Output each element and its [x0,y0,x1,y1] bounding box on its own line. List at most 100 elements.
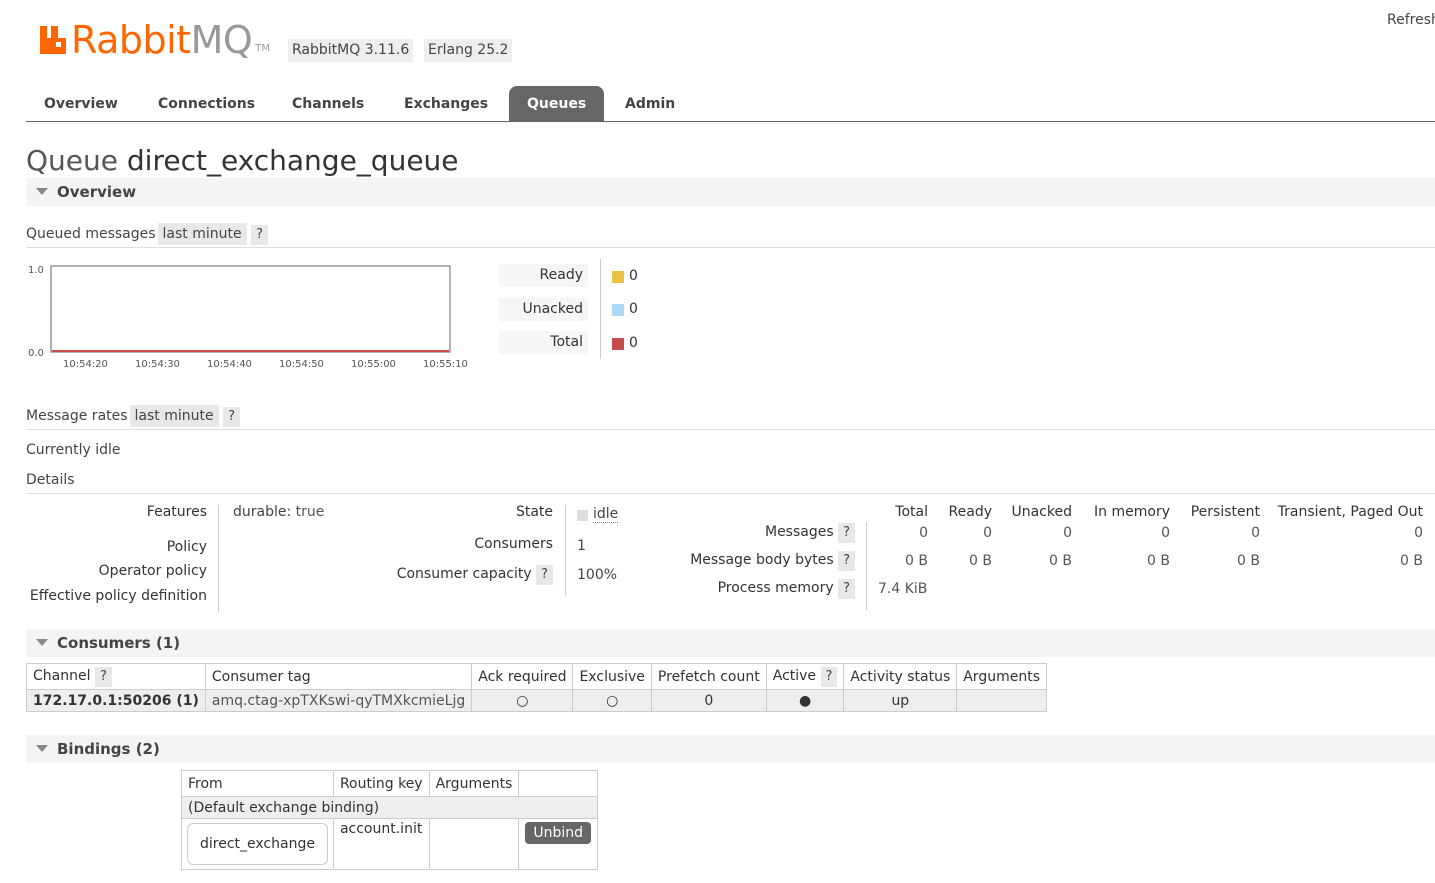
tab-channels[interactable]: Channels [274,86,382,121]
legend-label-ready: Ready [499,264,588,287]
arguments-cell [956,689,1047,712]
body-bytes-help-button[interactable]: ? [838,551,855,571]
col-activity-status: Activity status [843,663,958,690]
consumer-capacity-row: Consumer capacity ? [360,565,553,585]
default-binding-row: (Default exchange binding) [180,796,599,819]
active-cell: ● [765,689,845,712]
logo-suffix-text: MQ [190,18,253,62]
durable-value: true [295,504,325,520]
bindings-table-header: From Routing key Arguments [181,770,599,797]
col-prefetch-count: Prefetch count [650,663,767,690]
exchange-link[interactable]: direct_exchange [187,823,328,865]
stat-col-persistent: Persistent [1190,504,1260,520]
messages-ready: 0 [983,525,992,541]
durable-key: durable: [233,504,292,520]
default-binding-text: (Default exchange binding) [180,796,599,819]
message-rates-header: Message rates last minute ? [26,404,1435,430]
rabbitmq-version-badge: RabbitMQ 3.11.6 [288,39,414,62]
stat-col-unacked: Unacked [1011,504,1072,520]
exclusive-cell: ○ [572,689,652,712]
consumers-value: 1 [577,538,586,554]
logo-brand-text: Rabbit [71,18,191,62]
tab-queues[interactable]: Queues [509,86,605,121]
messages-help-button[interactable]: ? [838,523,855,543]
chart-range-selector[interactable]: last minute [157,223,247,245]
queued-messages-help-button[interactable]: ? [251,225,268,245]
queued-messages-header: Queued messages last minute ? [26,222,1435,248]
x-tick-label: 10:54:20 [63,359,108,370]
active-help-button[interactable]: ? [820,666,838,687]
bindings-section-toggle[interactable]: Bindings (2) [26,735,1435,763]
process-memory-label: Process memory [717,580,834,596]
stats-divider [866,522,867,610]
body-bytes-in-memory: 0 B [1147,553,1170,569]
erlang-version-badge: Erlang 25.2 [424,39,513,62]
col-from: From [181,770,334,797]
tab-overview[interactable]: Overview [26,86,136,121]
effective-policy-label: Effective policy definition [29,588,207,604]
overview-section-title: Overview [57,183,137,201]
binding-arguments-cell [428,818,520,870]
details-divider [218,505,219,613]
body-bytes-unacked: 0 B [1049,553,1072,569]
details-label: Details [26,472,75,488]
chart-plot-area [50,265,451,353]
tab-admin[interactable]: Admin [607,86,693,121]
activity-status-cell: up [843,689,958,712]
x-tick-label: 10:55:10 [423,359,468,370]
legend-swatch-total [612,338,624,350]
table-row: direct_exchange account.init Unbind [181,818,599,870]
table-row: 172.17.0.1:50206 (1) amq.ctag-xpTXKswi-q… [26,689,1047,712]
channel-help-button[interactable]: ? [94,666,112,687]
body-bytes-transient: 0 B [1400,553,1423,569]
binding-action-cell: Unbind [518,818,599,870]
col-ack-required: Ack required [471,663,574,690]
col-routing-key: Routing key [332,770,430,797]
channel-link[interactable]: 172.17.0.1:50206 (1) [26,689,206,712]
legend-label-total: Total [499,331,588,354]
queued-messages-label: Queued messages [26,226,156,242]
queue-name: direct_exchange_queue [126,144,459,177]
collapse-triangle-icon [36,745,48,752]
consumer-capacity-help-button[interactable]: ? [536,565,553,585]
tab-exchanges[interactable]: Exchanges [386,86,506,121]
legend-divider [600,259,601,359]
message-rates-help-button[interactable]: ? [223,407,240,427]
body-bytes-total: 0 B [905,553,928,569]
messages-unacked: 0 [1063,525,1072,541]
body-bytes-label: Message body bytes [690,552,834,568]
messages-transient: 0 [1414,525,1423,541]
col-arguments: Arguments [956,663,1047,690]
consumers-section-toggle[interactable]: Consumers (1) [26,629,1435,657]
consumer-tag-cell: amq.ctag-xpTXKswi-qyTMXkcmieLjg [204,689,473,712]
operator-policy-label: Operator policy [98,563,207,579]
process-memory-value: 7.4 KiB [878,581,928,597]
logo-tm: TM [255,43,271,54]
consumer-capacity-label: Consumer capacity [396,566,532,582]
col-binding-action [518,770,599,797]
x-tick-label: 10:54:30 [135,359,180,370]
rabbit-logo-icon [40,26,66,54]
overview-section-toggle[interactable]: Overview [26,178,1435,206]
rabbitmq-logo: RabbitMQ TM [38,20,270,60]
unbind-button[interactable]: Unbind [525,822,592,844]
messages-label: Messages [764,524,834,540]
refresh-link[interactable]: Refresh [1387,12,1435,28]
policy-label: Policy [166,539,207,555]
routing-key-cell: account.init [332,818,430,870]
col-channel: Channel ? [26,663,206,690]
messages-persistent: 0 [1251,525,1260,541]
stat-col-ready: Ready [948,504,992,520]
messages-total: 0 [919,525,928,541]
tab-connections[interactable]: Connections [140,86,273,121]
body-bytes-ready: 0 B [969,553,992,569]
body-bytes-row-label: Message body bytes ? [640,551,855,571]
consumers-table: Channel ? Consumer tag Ack required Excl… [26,663,1047,712]
rates-range-selector[interactable]: last minute [129,405,219,427]
process-memory-help-button[interactable]: ? [838,579,855,599]
collapse-triangle-icon [36,188,48,195]
legend-value-ready: 0 [629,268,638,284]
prefetch-count-cell: 0 [650,689,767,712]
stat-col-in-memory: In memory [1094,504,1170,520]
ack-required-cell: ○ [471,689,574,712]
